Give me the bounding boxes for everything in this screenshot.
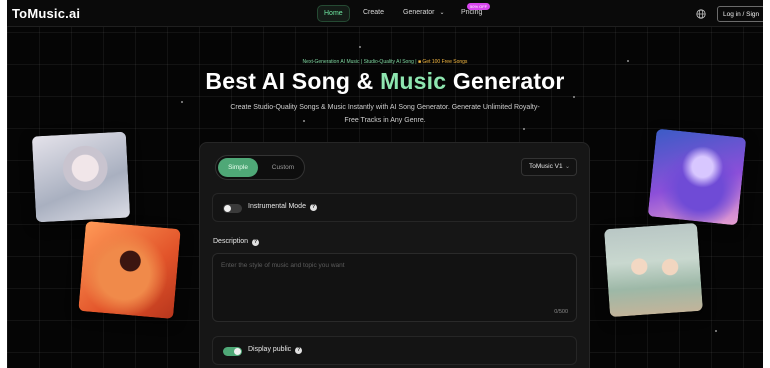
- title-accent: Music: [380, 68, 447, 94]
- instrumental-mode-row: Instrumental Mode?: [212, 193, 577, 222]
- nav-generator-label: Generator: [403, 9, 435, 16]
- instrumental-mode-toggle[interactable]: [223, 204, 242, 213]
- description-label: Description?: [213, 238, 260, 246]
- display-public-toggle[interactable]: [223, 347, 242, 356]
- model-select[interactable]: ToMusic V1 ⌄: [521, 158, 577, 176]
- title-part2: Generator: [452, 68, 565, 94]
- top-navbar: ToMusic.ai Home Create Generator ⌄ Prici…: [7, 0, 763, 27]
- help-icon[interactable]: ?: [295, 347, 303, 354]
- nav-home[interactable]: Home: [317, 5, 350, 22]
- instrumental-mode-label: Instrumental Mode?: [248, 203, 317, 211]
- title-part1: Best AI Song &: [205, 68, 374, 94]
- site-logo[interactable]: ToMusic.ai: [12, 6, 80, 21]
- mode-custom-button[interactable]: Custom: [263, 158, 303, 177]
- chevron-down-icon: ⌄: [564, 164, 570, 170]
- display-public-row: Display public?: [212, 336, 577, 365]
- page-frame: ToMusic.ai Home Create Generator ⌄ Prici…: [7, 0, 763, 368]
- description-char-count: 0/500: [554, 309, 568, 315]
- song-creation-panel: Simple Custom ToMusic V1 ⌄ Instrumental …: [199, 142, 590, 368]
- mode-switch: Simple Custom: [215, 155, 305, 180]
- help-icon[interactable]: ?: [252, 239, 260, 246]
- login-button[interactable]: Log in / Sign: [717, 6, 763, 22]
- mode-simple-button[interactable]: Simple: [218, 158, 258, 177]
- chevron-down-icon: ⌄: [439, 10, 445, 16]
- art-card-vr-headset: [647, 128, 747, 226]
- page-title: Best AI Song & Music Generator: [7, 68, 763, 95]
- description-placeholder: Enter the style of music and topic you w…: [221, 262, 345, 269]
- display-public-label: Display public?: [248, 346, 303, 354]
- gift-icon: ■: [417, 59, 422, 65]
- display-public-text: Display public: [248, 346, 292, 353]
- help-icon[interactable]: ?: [309, 204, 317, 211]
- pricing-discount-badge: 50% OFF: [467, 3, 491, 10]
- hero-tagline: Next-Generation AI Music | Studio-Qualit…: [7, 59, 763, 65]
- description-textarea[interactable]: Enter the style of music and topic you w…: [212, 253, 577, 322]
- art-card-portrait-pale: [31, 131, 131, 223]
- hero-tagline-gift: Get 100 Free Songs: [422, 59, 468, 65]
- hero-subtitle: Create Studio-Quality Songs & Music Inst…: [230, 104, 540, 124]
- nav-generator[interactable]: Generator ⌄: [397, 5, 451, 20]
- art-card-two-women: [604, 222, 703, 318]
- nav-create[interactable]: Create: [357, 5, 390, 20]
- hero-tagline-text: Next-Generation AI Music | Studio-Qualit…: [302, 59, 417, 65]
- art-card-headphones-orange: [78, 221, 181, 319]
- instrumental-mode-text: Instrumental Mode: [248, 203, 306, 210]
- model-select-value: ToMusic V1: [529, 163, 563, 170]
- globe-icon[interactable]: [696, 9, 706, 19]
- description-label-text: Description: [213, 238, 249, 245]
